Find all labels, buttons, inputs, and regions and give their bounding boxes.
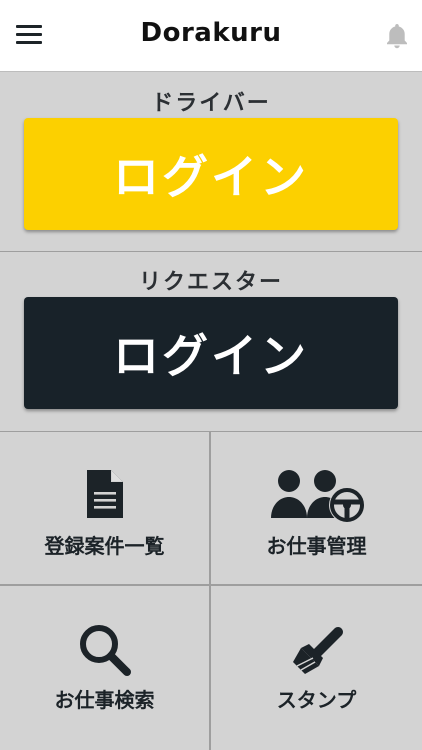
document-icon bbox=[86, 470, 123, 518]
stamp-label: スタンプ bbox=[276, 688, 357, 712]
app-header: Dorakuru bbox=[0, 0, 422, 72]
driver-section: ドライバー ログイン bbox=[0, 72, 422, 252]
job-management-tile[interactable]: お仕事管理 bbox=[211, 432, 422, 584]
requester-login-button[interactable]: ログイン bbox=[24, 297, 398, 409]
menu-grid: 登録案件一覧 お仕事管理 お仕事検索 スタンプ bbox=[0, 432, 422, 750]
stamp-icon bbox=[292, 627, 343, 674]
requester-label: リクエスター bbox=[138, 270, 283, 295]
registered-jobs-label: 登録案件一覧 bbox=[44, 534, 165, 558]
app-title: Dorakuru bbox=[140, 18, 282, 48]
registered-jobs-tile[interactable]: 登録案件一覧 bbox=[0, 432, 209, 584]
grid-divider-horizontal bbox=[0, 584, 422, 586]
requester-section: リクエスター ログイン bbox=[0, 252, 422, 432]
people-steering-wheel-icon bbox=[270, 470, 365, 523]
job-search-label: お仕事検索 bbox=[54, 688, 155, 712]
bell-icon[interactable] bbox=[384, 22, 410, 50]
magnifier-icon bbox=[79, 625, 131, 676]
driver-label: ドライバー bbox=[151, 91, 271, 116]
grid-divider-vertical bbox=[209, 432, 211, 750]
job-management-label: お仕事管理 bbox=[266, 534, 367, 558]
driver-login-button[interactable]: ログイン bbox=[24, 118, 398, 230]
stamp-tile[interactable]: スタンプ bbox=[211, 586, 422, 738]
job-search-tile[interactable]: お仕事検索 bbox=[0, 586, 209, 738]
